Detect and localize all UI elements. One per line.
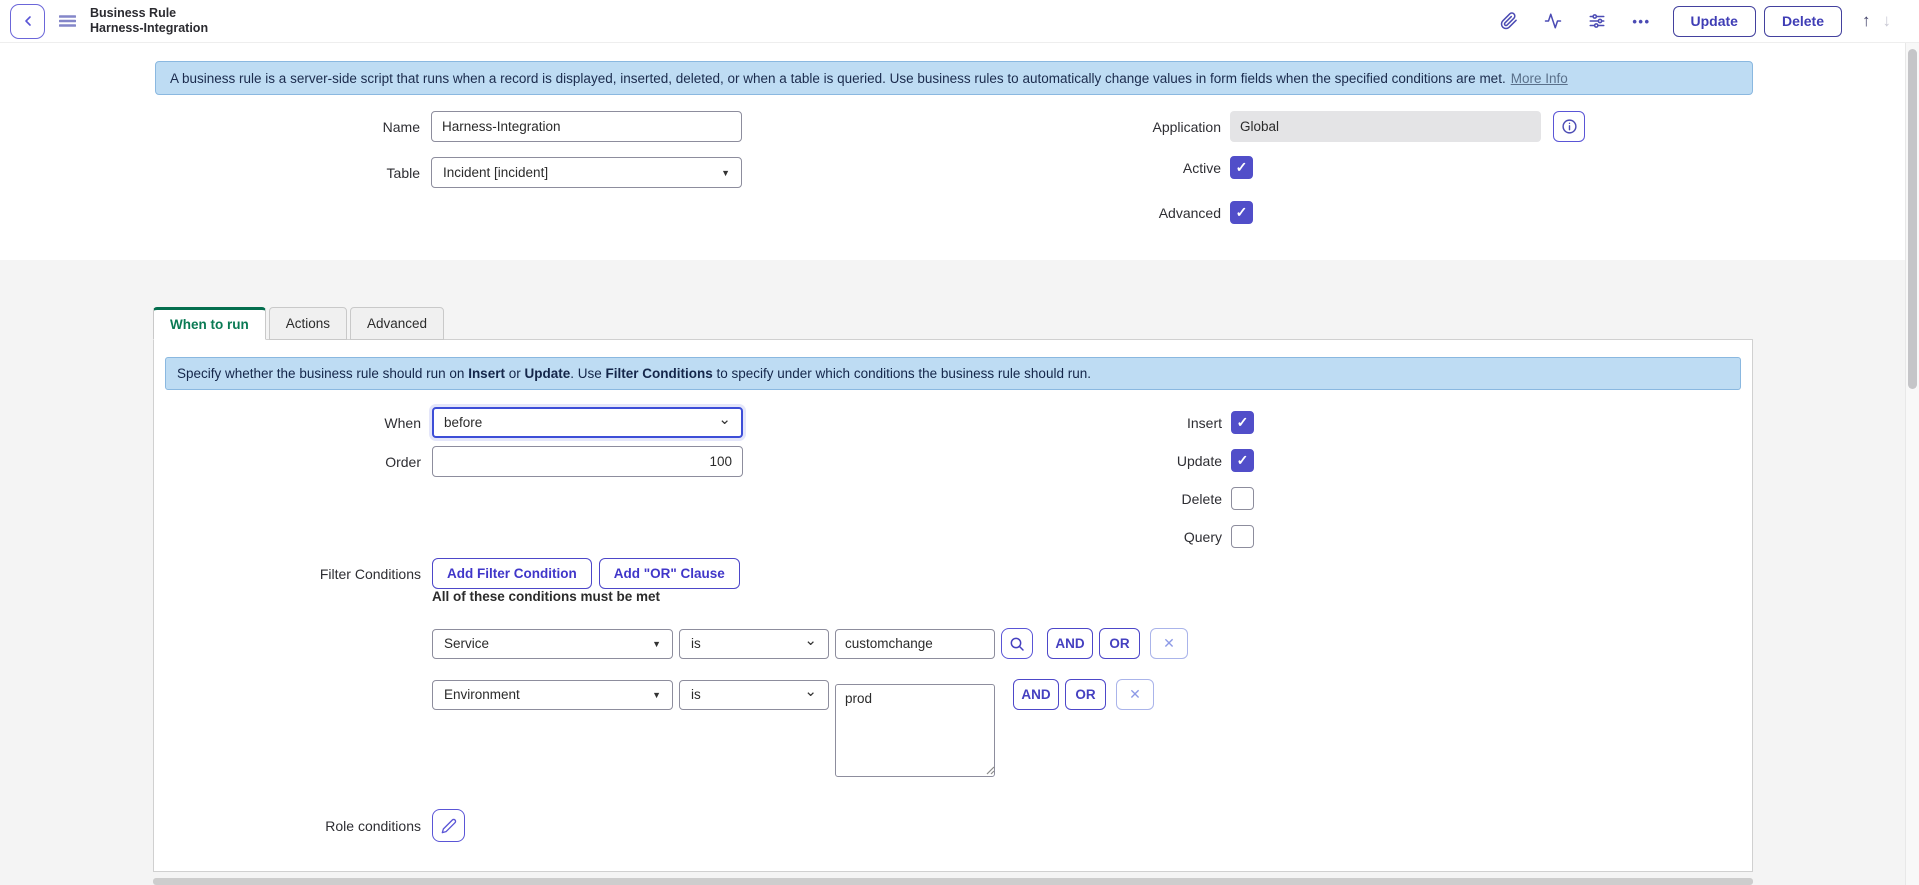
application-info-button[interactable]: [1553, 111, 1585, 142]
insert-checkbox[interactable]: ✓: [1231, 411, 1254, 434]
condition-value-textarea[interactable]: prod: [835, 684, 995, 777]
activity-icon: [1544, 12, 1562, 30]
conditions-must-be-met-text: All of these conditions must be met: [432, 589, 660, 604]
when-to-run-panel: Specify whether the business rule should…: [153, 339, 1753, 872]
name-label: Name: [150, 119, 420, 135]
tab-advanced[interactable]: Advanced: [350, 307, 444, 340]
query-label: Query: [154, 529, 1222, 545]
update-label: Update: [154, 453, 1222, 469]
info-bold-insert: Insert: [468, 366, 505, 381]
active-checkbox[interactable]: ✓: [1230, 156, 1253, 179]
advanced-label: Advanced: [1000, 205, 1221, 221]
caret-down-icon: ▼: [652, 690, 661, 700]
check-icon: ✓: [1236, 159, 1248, 176]
condition-field-select[interactable]: Service ▼: [432, 629, 673, 659]
form-top-section: A business rule is a server-side script …: [0, 43, 1919, 260]
update-button[interactable]: Update: [1673, 6, 1756, 37]
horizontal-scrollbar[interactable]: [153, 878, 1753, 885]
info-text: or: [505, 366, 525, 381]
chevron-left-icon: [20, 13, 36, 29]
or-button[interactable]: OR: [1065, 679, 1106, 710]
delete-checkbox[interactable]: ✓: [1231, 487, 1254, 510]
context-menu-button[interactable]: [59, 14, 76, 28]
attachment-button[interactable]: [1500, 12, 1518, 30]
info-banner: A business rule is a server-side script …: [155, 61, 1753, 95]
name-input[interactable]: [431, 111, 742, 142]
condition-operator-value: is: [691, 636, 701, 651]
role-conditions-label: Role conditions: [154, 818, 421, 834]
active-label: Active: [1000, 160, 1221, 176]
application-field: Global: [1230, 111, 1541, 142]
remove-condition-button[interactable]: ✕: [1116, 679, 1154, 710]
vertical-scrollbar-track[interactable]: [1905, 43, 1919, 885]
and-button[interactable]: AND: [1047, 628, 1093, 659]
next-record-arrow[interactable]: ↓: [1877, 11, 1898, 31]
form-header: Business Rule Harness-Integration ••• Up…: [0, 0, 1919, 43]
resize-handle-icon[interactable]: [985, 765, 995, 775]
insert-label: Insert: [154, 415, 1222, 431]
application-label: Application: [1000, 119, 1221, 135]
application-value: Global: [1240, 119, 1279, 134]
query-checkbox[interactable]: ✓: [1231, 525, 1254, 548]
sliders-icon: [1588, 12, 1606, 30]
condition-operator-value: is: [691, 687, 701, 702]
caret-down-icon: ▼: [721, 168, 730, 178]
delete-label: Delete: [154, 491, 1222, 507]
remove-condition-button[interactable]: ✕: [1150, 628, 1188, 659]
check-icon: ✓: [1236, 204, 1248, 221]
close-icon: ✕: [1129, 686, 1141, 703]
table-label: Table: [150, 165, 420, 181]
paperclip-icon: [1500, 12, 1518, 30]
check-icon: ✓: [1237, 452, 1249, 469]
record-type: Business Rule: [90, 6, 208, 21]
filter-conditions-label: Filter Conditions: [154, 566, 421, 582]
page-title: Business Rule Harness-Integration: [90, 6, 208, 36]
and-button[interactable]: AND: [1013, 679, 1059, 710]
info-bold-filter-conditions: Filter Conditions: [606, 366, 713, 381]
hamburger-icon: [59, 14, 76, 28]
when-info-banner: Specify whether the business rule should…: [165, 357, 1741, 390]
condition-field-select[interactable]: Environment ▼: [432, 680, 673, 710]
info-icon: [1561, 118, 1578, 135]
pencil-icon: [441, 818, 457, 834]
table-select-value: Incident [incident]: [443, 165, 548, 180]
info-text: Specify whether the business rule should…: [177, 366, 468, 381]
search-icon: [1009, 636, 1025, 652]
check-icon: ✓: [1237, 414, 1249, 431]
info-banner-text: A business rule is a server-side script …: [170, 71, 1506, 86]
reference-lookup-button[interactable]: [1001, 628, 1033, 659]
condition-value-input[interactable]: [835, 629, 995, 659]
or-button[interactable]: OR: [1099, 628, 1140, 659]
delete-button[interactable]: Delete: [1764, 6, 1842, 37]
personalize-form-button[interactable]: [1588, 12, 1606, 30]
tab-when-to-run[interactable]: When to run: [153, 307, 266, 340]
update-checkbox[interactable]: ✓: [1231, 449, 1254, 472]
form-lower-section: When to run Actions Advanced Specify whe…: [0, 260, 1919, 885]
more-options-button[interactable]: •••: [1632, 14, 1650, 29]
activity-stream-button[interactable]: [1544, 12, 1562, 30]
table-select[interactable]: Incident [incident] ▼: [431, 157, 742, 188]
record-name: Harness-Integration: [90, 21, 208, 36]
add-or-clause-button[interactable]: Add "OR" Clause: [599, 558, 740, 589]
info-text: to specify under which conditions the bu…: [713, 366, 1091, 381]
more-info-link[interactable]: More Info: [1511, 71, 1568, 86]
info-text: . Use: [570, 366, 605, 381]
previous-record-arrow[interactable]: ↑: [1856, 11, 1877, 31]
tab-actions[interactable]: Actions: [269, 307, 347, 340]
info-bold-update: Update: [524, 366, 570, 381]
tab-bar: When to run Actions Advanced: [153, 307, 447, 340]
back-button[interactable]: [10, 4, 45, 39]
add-filter-condition-button[interactable]: Add Filter Condition: [432, 558, 592, 589]
condition-operator-select[interactable]: is ⌄: [679, 680, 829, 710]
condition-field-value: Environment: [444, 687, 520, 702]
vertical-scrollbar-thumb[interactable]: [1908, 49, 1917, 389]
close-icon: ✕: [1163, 635, 1175, 652]
caret-down-icon: ▼: [652, 639, 661, 649]
condition-operator-select[interactable]: is ⌄: [679, 629, 829, 659]
condition-field-value: Service: [444, 636, 489, 651]
advanced-checkbox[interactable]: ✓: [1230, 201, 1253, 224]
edit-role-conditions-button[interactable]: [432, 809, 465, 842]
